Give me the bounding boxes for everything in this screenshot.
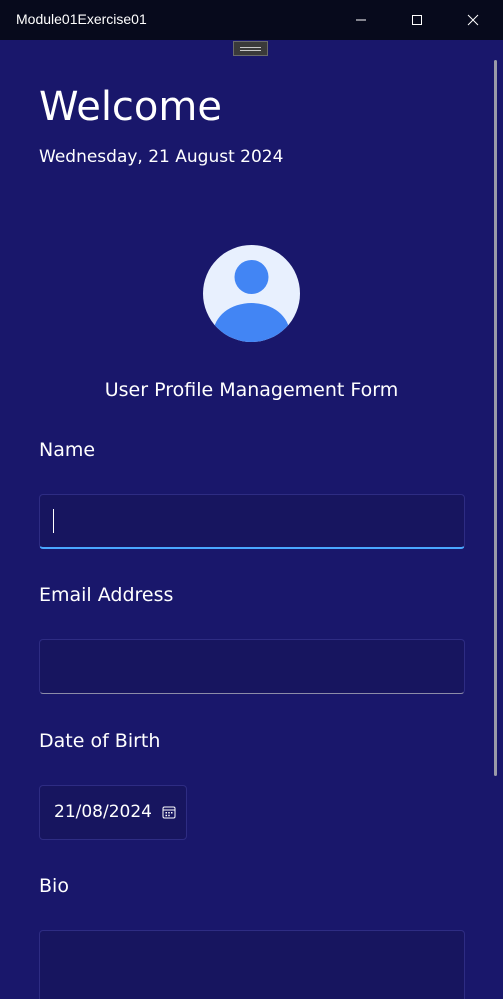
title-bar[interactable]: Module01Exercise01 xyxy=(0,0,503,40)
name-input[interactable] xyxy=(40,495,464,547)
email-field[interactable] xyxy=(39,639,465,694)
minimize-icon xyxy=(356,19,366,21)
dob-label: Date of Birth xyxy=(39,730,161,752)
app-window: Module01Exercise01 Welcome Wednesday, 21… xyxy=(0,0,503,999)
user-avatar-icon xyxy=(203,245,300,342)
current-date: Wednesday, 21 August 2024 xyxy=(39,147,284,167)
bio-textarea[interactable] xyxy=(39,930,465,999)
name-label: Name xyxy=(39,439,96,461)
close-button[interactable] xyxy=(445,0,501,40)
drag-handle[interactable] xyxy=(233,41,268,56)
close-icon xyxy=(467,14,479,26)
minimize-button[interactable] xyxy=(333,0,389,40)
maximize-icon xyxy=(412,15,422,25)
date-of-birth-value: 21/08/2024 xyxy=(54,802,152,822)
email-input[interactable] xyxy=(40,640,464,693)
form-title: User Profile Management Form xyxy=(104,379,399,401)
maximize-button[interactable] xyxy=(389,0,445,40)
calendar-icon xyxy=(162,806,176,819)
vertical-scrollbar[interactable] xyxy=(494,60,497,776)
welcome-heading: Welcome xyxy=(39,84,222,130)
window-title: Module01Exercise01 xyxy=(16,11,147,27)
email-label: Email Address xyxy=(39,584,174,606)
text-caret xyxy=(53,509,54,533)
date-of-birth-picker[interactable]: 21/08/2024 xyxy=(39,785,187,840)
bio-label: Bio xyxy=(39,875,69,897)
name-field[interactable] xyxy=(39,494,465,549)
